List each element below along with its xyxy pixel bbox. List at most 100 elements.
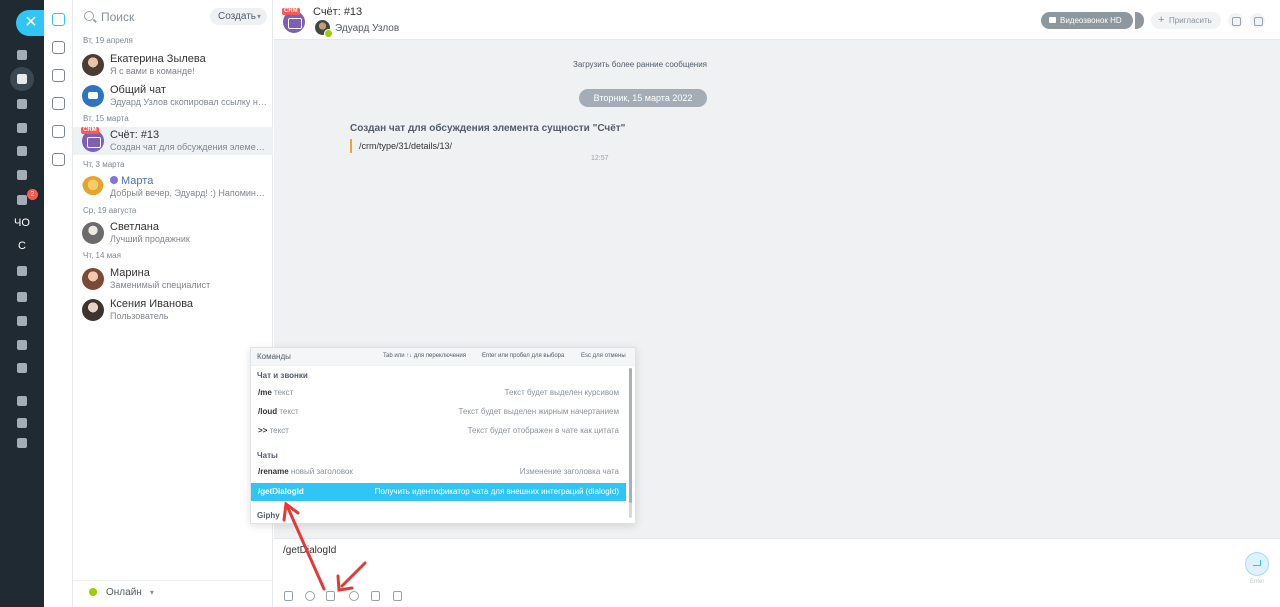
chats-icon[interactable]	[52, 13, 65, 26]
screen-icon[interactable]	[393, 591, 402, 601]
date-divider: Вторник, 15 марта 2022	[579, 89, 707, 107]
recent-list: Поиск Создать Вт, 19 апреля Екатерина Зы…	[73, 0, 273, 607]
item-name: Ксения Иванова	[110, 298, 194, 310]
composer: /getDialogId Enter	[274, 538, 1280, 607]
system-message-link[interactable]: /crm/type/31/details/13/	[350, 139, 452, 153]
history-icon[interactable]	[52, 41, 65, 54]
item-message: Я с вами в команде!	[110, 66, 195, 76]
smile-icon[interactable]	[349, 591, 359, 601]
send-button[interactable]	[1245, 552, 1269, 576]
online-dot-icon	[89, 588, 97, 596]
left-rail: ✕ 2 ЧО С	[0, 0, 44, 607]
chat-title[interactable]: Счёт: #13	[313, 6, 362, 18]
command-description: Получить идентификатор чата для внешних …	[374, 487, 619, 496]
avatar	[82, 54, 104, 76]
mail-icon[interactable]	[14, 120, 30, 136]
command-name: /getDialogId	[258, 487, 304, 496]
rail-initials-1[interactable]: ЧО	[0, 217, 44, 229]
chat-header: CRM Счёт: #13 Эдуард Узлов Видеозвонок H…	[274, 0, 1280, 40]
hint-esc: Esc для отмены	[581, 353, 626, 359]
status-selector[interactable]: Онлайн ▾	[89, 587, 154, 598]
commands-title: Команды	[257, 352, 291, 361]
list-item[interactable]: Екатерина Зылева Я с вами в команде!	[73, 51, 273, 79]
phone-icon[interactable]	[52, 97, 65, 110]
item-message: Эдуард Узлов скопировал ссылку на...	[110, 97, 268, 107]
command-description: Текст будет выделен жирным начертанием	[458, 407, 619, 416]
apps-icon[interactable]	[14, 47, 30, 63]
load-more-link[interactable]: Загрузить более ранние сообщения	[573, 60, 707, 69]
status-label: Онлайн	[106, 587, 142, 598]
commands-popup-header: Команды Tab или ↑↓ для переключения Ente…	[251, 348, 635, 366]
popup-scrollbar[interactable]	[629, 368, 632, 518]
user-avatar[interactable]	[315, 20, 333, 38]
close-icon[interactable]: ✕	[16, 10, 44, 36]
item-message: Добрый вечер, Эдуард! :) Напоминаю...	[110, 188, 268, 198]
command-name: /loud	[258, 407, 278, 416]
add-icon[interactable]	[14, 435, 30, 451]
avatar	[82, 299, 104, 321]
commands-icon[interactable]	[326, 591, 335, 601]
target-icon[interactable]	[14, 263, 30, 279]
tasks-icon[interactable]	[10, 67, 34, 91]
command-row-selected[interactable]: /getDialogId Получить идентификатор чата…	[251, 483, 626, 501]
list-item[interactable]: Ксения Иванова Пользователь	[73, 296, 273, 324]
search-icon	[84, 11, 94, 21]
bell-icon[interactable]	[52, 69, 65, 82]
video-call-button[interactable]: Видеозвонок HD	[1041, 12, 1133, 29]
message-input[interactable]: /getDialogId	[283, 545, 336, 556]
contacts-icon[interactable]	[14, 143, 30, 159]
settings-icon[interactable]	[14, 415, 30, 431]
invite-button[interactable]: Пригласить	[1151, 12, 1221, 29]
item-name: Светлана	[110, 221, 159, 233]
hint-tab: Tab или ↑↓ для переключения	[383, 353, 466, 359]
list-item[interactable]: Марта Добрый вечер, Эдуард! :) Напоминаю…	[73, 173, 273, 201]
sitemap-icon[interactable]	[14, 393, 30, 409]
chevron-down-icon: ▾	[149, 588, 154, 597]
documents-icon[interactable]	[14, 167, 30, 183]
chat-menu-icon[interactable]	[1250, 13, 1265, 28]
check-icon[interactable]	[14, 360, 30, 376]
mention-icon[interactable]	[305, 591, 315, 601]
item-name: Общий чат	[110, 84, 166, 96]
notes-icon[interactable]	[52, 153, 65, 166]
bot-icon	[110, 176, 118, 184]
command-row[interactable]: >> текст Текст будет отображен в чате ка…	[251, 422, 626, 440]
rail-initials-2[interactable]: С	[0, 240, 44, 252]
create-button[interactable]: Создать	[210, 8, 267, 25]
group-avatar	[82, 85, 104, 107]
date-separator: Чт, 14 мая	[83, 251, 121, 260]
gear-icon[interactable]	[52, 125, 65, 138]
list-item-active[interactable]: CRM Счёт: #13 Создан чат для обсуждения …	[73, 127, 273, 155]
command-arg: текст	[279, 407, 299, 416]
command-row[interactable]: /me текст Текст будет выделен курсивом	[251, 384, 626, 402]
video-call-menu-button[interactable]	[1135, 12, 1144, 29]
list-item[interactable]: Светлана Лучший продажник	[73, 219, 273, 247]
date-separator: Вт, 15 марта	[83, 114, 129, 123]
cart-icon[interactable]	[14, 289, 30, 305]
list-item[interactable]: Марина Заменимый специалист	[73, 265, 273, 293]
sliders-icon[interactable]	[14, 313, 30, 329]
command-row[interactable]: /loud текст Текст будет выделен жирным н…	[251, 403, 626, 421]
chat-user[interactable]: Эдуард Узлов	[335, 23, 399, 34]
command-category: Чат и звонки	[257, 371, 308, 380]
item-name: Марина	[110, 267, 150, 279]
messenger-app: ✕ 2 ЧО С Поиск Создать Вт, 19 а	[0, 0, 1280, 607]
command-name: /rename	[258, 467, 289, 476]
command-name: /me	[258, 388, 272, 397]
command-name: >>	[258, 426, 268, 435]
system-message-title: Создан чат для обсуждения элемента сущно…	[350, 123, 626, 134]
file-icon[interactable]	[371, 591, 380, 601]
list-item[interactable]: Общий чат Эдуард Узлов скопировал ссылку…	[73, 82, 273, 110]
command-row[interactable]: /rename новый заголовок Изменение заголо…	[251, 463, 626, 481]
date-separator: Чт, 3 марта	[83, 160, 125, 169]
robot-icon[interactable]	[14, 337, 30, 353]
item-message: Пользователь	[110, 311, 169, 321]
item-name: Екатерина Зылева	[110, 53, 206, 65]
crm-icon[interactable]	[14, 96, 30, 112]
attach-icon[interactable]	[284, 591, 293, 601]
bot-name: Марта	[121, 175, 154, 187]
command-category: Giphy	[257, 511, 280, 520]
command-category: Чаты	[257, 451, 278, 460]
bell-icon[interactable]	[1228, 13, 1243, 28]
crm-tag: CRM	[81, 127, 99, 134]
